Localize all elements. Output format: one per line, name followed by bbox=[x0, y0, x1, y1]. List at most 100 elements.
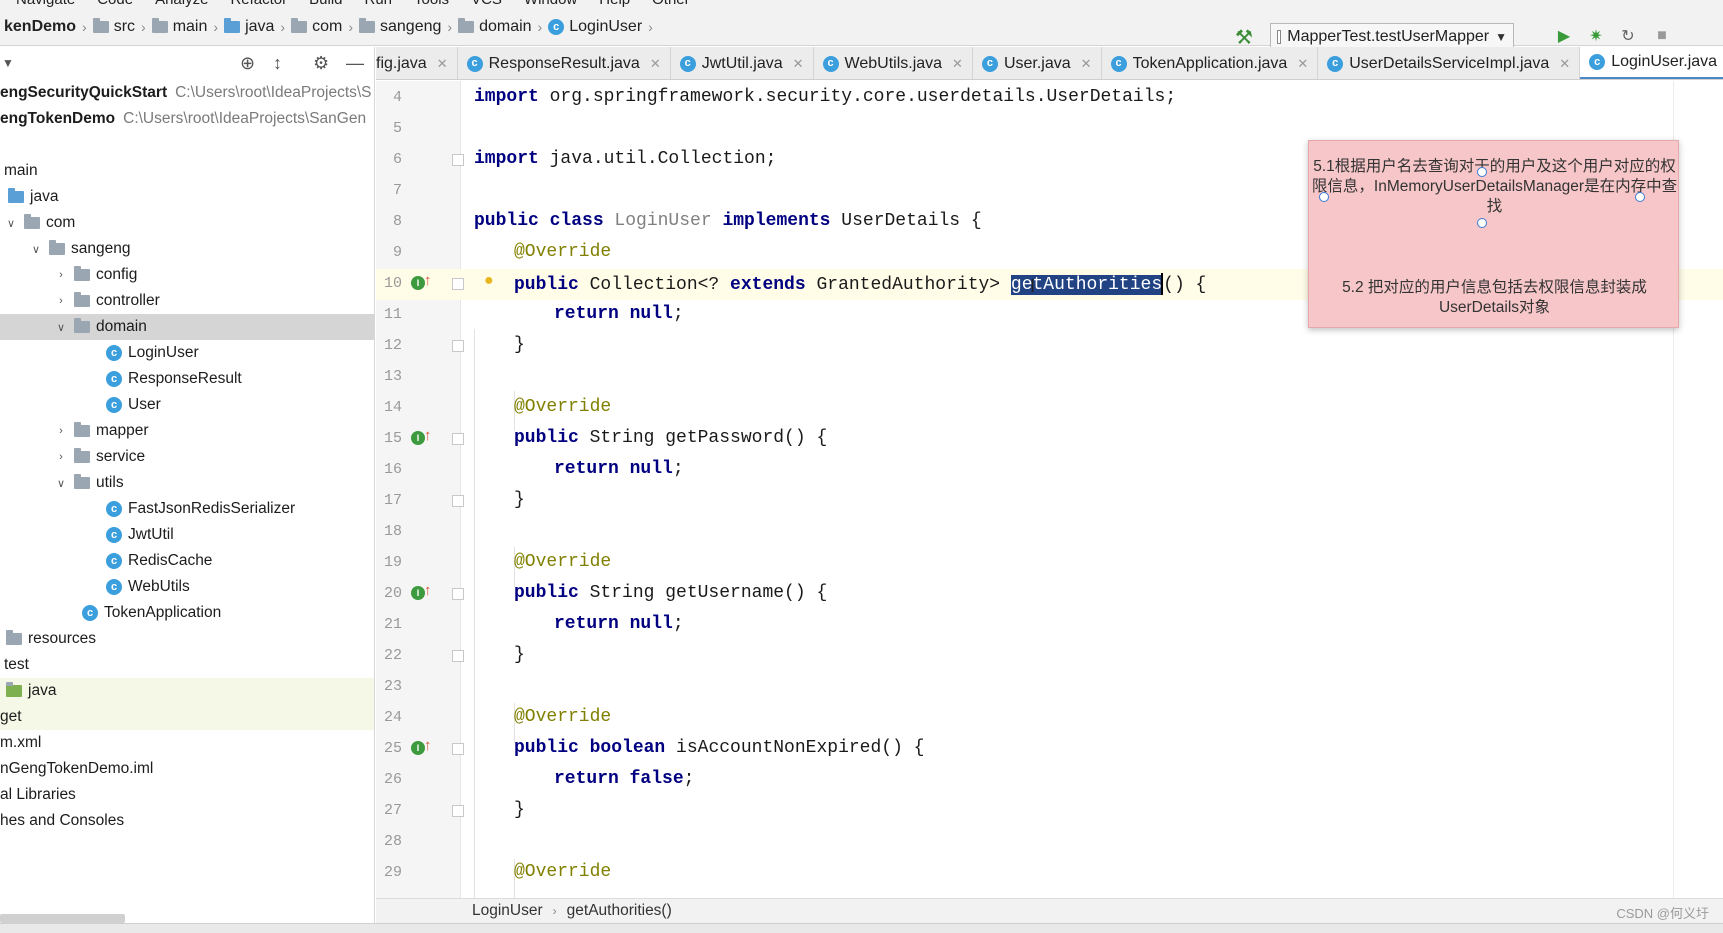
tree-item-responseresult[interactable]: c ResponseResult bbox=[0, 366, 374, 392]
close-icon[interactable]: ✕ bbox=[650, 56, 661, 72]
tree-item-rediscache[interactable]: c RedisCache bbox=[0, 548, 374, 574]
code-line[interactable]: 21 return null; bbox=[376, 610, 1723, 641]
tree-item-pom[interactable]: m.xml bbox=[0, 730, 374, 756]
menu-analyze[interactable]: Analyze bbox=[155, 0, 208, 8]
implements-method-icon[interactable]: I bbox=[411, 741, 425, 755]
tree-item-target[interactable]: get bbox=[0, 704, 374, 730]
code-line[interactable]: 24 @Override bbox=[376, 703, 1723, 734]
code-line[interactable]: 28 bbox=[376, 827, 1723, 858]
resize-handle[interactable] bbox=[1635, 192, 1645, 202]
code-line[interactable]: 23 bbox=[376, 672, 1723, 703]
resize-handle[interactable] bbox=[1477, 167, 1487, 177]
tree-item-test-java[interactable]: java bbox=[0, 678, 374, 704]
breadcrumb-sangeng[interactable]: sangeng bbox=[355, 18, 445, 36]
resize-handle[interactable] bbox=[1477, 218, 1487, 228]
tab-user[interactable]: c User.java ✕ bbox=[973, 47, 1102, 79]
status-breadcrumb-method[interactable]: getAuthorities() bbox=[567, 902, 672, 920]
coverage-icon[interactable]: ↻ bbox=[1617, 25, 1639, 47]
code-line[interactable]: 14 @Override bbox=[376, 393, 1723, 424]
chevron-down-icon[interactable]: ∨ bbox=[54, 321, 68, 334]
menu-tools[interactable]: Tools bbox=[414, 0, 449, 8]
code-line[interactable]: 17 } bbox=[376, 486, 1723, 517]
menu-build[interactable]: Build bbox=[309, 0, 342, 8]
tree-item-loginuser[interactable]: c LoginUser bbox=[0, 340, 374, 366]
code-line[interactable]: 12 } bbox=[376, 331, 1723, 362]
menu-navigate[interactable]: Navigate bbox=[16, 0, 75, 8]
lightbulb-icon[interactable]: ● bbox=[484, 272, 494, 290]
tree-item-project[interactable]: engTokenDemo C:\Users\root\IdeaProjects\S… bbox=[0, 106, 374, 132]
menu-other[interactable]: Other bbox=[652, 0, 690, 8]
gear-icon[interactable]: ⚙ bbox=[313, 53, 329, 74]
chevron-down-icon[interactable]: ∨ bbox=[54, 477, 68, 490]
code-line[interactable]: 13 bbox=[376, 362, 1723, 393]
run-configuration-select[interactable]: MapperTest.testUserMapper ▼ bbox=[1270, 23, 1514, 50]
implements-method-icon[interactable]: I bbox=[411, 586, 425, 600]
fold-icon[interactable] bbox=[452, 805, 464, 817]
tree-item-scratches[interactable]: hes and Consoles bbox=[0, 808, 374, 834]
fold-icon[interactable] bbox=[452, 433, 464, 445]
menu-run[interactable]: Run bbox=[365, 0, 393, 8]
code-line[interactable]: 20 I ↑ public String getUsername() { bbox=[376, 579, 1723, 610]
tree-item-config[interactable]: › config bbox=[0, 262, 374, 288]
code-line[interactable]: 26 return false; bbox=[376, 765, 1723, 796]
tab-responseresult[interactable]: c ResponseResult.java ✕ bbox=[458, 47, 671, 79]
resize-handle[interactable] bbox=[1319, 192, 1329, 202]
fold-icon[interactable] bbox=[452, 588, 464, 600]
chevron-right-icon[interactable]: › bbox=[54, 269, 68, 281]
tree-item-controller[interactable]: › controller bbox=[0, 288, 374, 314]
chevron-down-icon[interactable]: ▼ bbox=[2, 56, 14, 70]
close-icon[interactable]: ✕ bbox=[952, 56, 963, 72]
breadcrumb-java[interactable]: java bbox=[220, 18, 278, 36]
tab-webutils[interactable]: c WebUtils.java ✕ bbox=[814, 47, 973, 79]
tree-item-external-libraries[interactable]: al Libraries bbox=[0, 782, 374, 808]
chevron-right-icon[interactable]: › bbox=[54, 295, 68, 307]
code-line[interactable]: 25 I ↑ public boolean isAccountNonExpire… bbox=[376, 734, 1723, 765]
horizontal-scrollbar[interactable] bbox=[0, 914, 125, 923]
tab-loginuser[interactable]: cLoginUser.java✕ bbox=[1580, 47, 1723, 79]
tree-item-java[interactable]: java bbox=[0, 184, 374, 210]
fold-icon[interactable] bbox=[452, 154, 464, 166]
stop-icon[interactable]: ■ bbox=[1651, 25, 1673, 47]
tree-item-resources[interactable]: resources bbox=[0, 626, 374, 652]
fold-icon[interactable] bbox=[452, 495, 464, 507]
menu-vcs[interactable]: VCS bbox=[471, 0, 502, 8]
code-line[interactable]: 22 } bbox=[376, 641, 1723, 672]
tree-item-project[interactable]: engSecurityQuickStart C:\Users\root\IdeaP… bbox=[0, 80, 374, 106]
chevron-down-icon[interactable]: ∨ bbox=[4, 217, 18, 230]
collapse-all-icon[interactable]: ↕ bbox=[273, 53, 282, 74]
chevron-right-icon[interactable]: › bbox=[54, 451, 68, 463]
chevron-down-icon[interactable]: ∨ bbox=[29, 243, 43, 256]
code-line[interactable]: 4 import org.springframework.security.co… bbox=[376, 83, 1723, 114]
tree-item-user[interactable]: c User bbox=[0, 392, 374, 418]
tree-item-iml[interactable]: nGengTokenDemo.iml bbox=[0, 756, 374, 782]
close-icon[interactable]: ✕ bbox=[1081, 56, 1092, 72]
close-icon[interactable]: ✕ bbox=[1559, 56, 1570, 72]
breadcrumb-com[interactable]: com bbox=[287, 18, 346, 36]
tree-item-webutils[interactable]: c WebUtils bbox=[0, 574, 374, 600]
close-icon[interactable]: ✕ bbox=[437, 56, 448, 72]
run-icon[interactable]: ▶ bbox=[1553, 25, 1575, 47]
tree-item-main[interactable]: main bbox=[0, 158, 374, 184]
tree-item-com[interactable]: ∨ com bbox=[0, 210, 374, 236]
code-line[interactable]: 29 @Override bbox=[376, 858, 1723, 889]
tree-item-sangeng[interactable]: ∨ sangeng bbox=[0, 236, 374, 262]
arrow-up-icon[interactable]: ↑ bbox=[424, 427, 432, 444]
code-line[interactable]: 16 return null; bbox=[376, 455, 1723, 486]
menu-window[interactable]: Window bbox=[524, 0, 577, 8]
arrow-up-icon[interactable]: ↑ bbox=[424, 582, 432, 599]
fold-icon[interactable] bbox=[452, 743, 464, 755]
tree-item-utils[interactable]: ∨ utils bbox=[0, 470, 374, 496]
tree-item-test[interactable]: test bbox=[0, 652, 374, 678]
breadcrumb-project[interactable]: kenDemo bbox=[0, 18, 80, 36]
tree-item-jwtutil[interactable]: c JwtUtil bbox=[0, 522, 374, 548]
locate-target-icon[interactable]: ⊕ bbox=[240, 53, 255, 74]
close-icon[interactable]: ✕ bbox=[1297, 56, 1308, 72]
fold-icon[interactable] bbox=[452, 340, 464, 352]
hide-icon[interactable]: — bbox=[346, 53, 364, 74]
breadcrumb-loginuser[interactable]: c LoginUser bbox=[544, 18, 646, 36]
tab-jwtutil[interactable]: c JwtUtil.java ✕ bbox=[671, 47, 814, 79]
implements-method-icon[interactable]: I bbox=[411, 431, 425, 445]
close-icon[interactable]: ✕ bbox=[793, 56, 804, 72]
tree-item-service[interactable]: › service bbox=[0, 444, 374, 470]
fold-icon[interactable] bbox=[452, 278, 464, 290]
